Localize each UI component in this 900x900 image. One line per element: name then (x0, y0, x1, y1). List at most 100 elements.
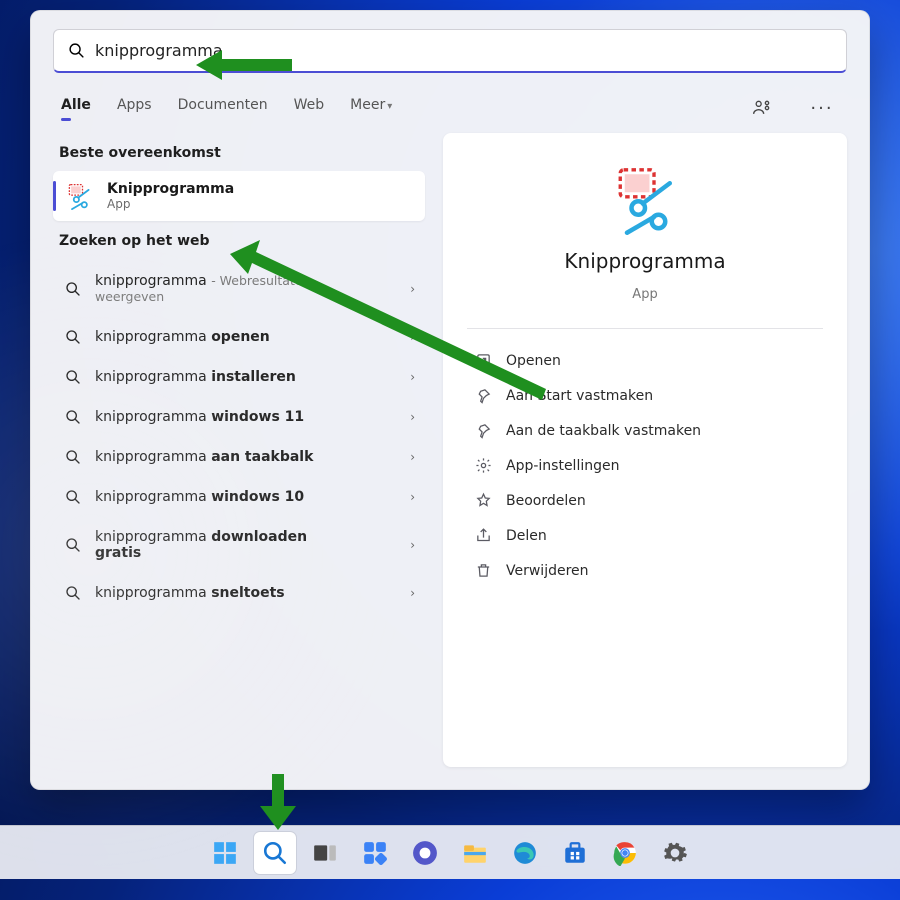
settings-icon (662, 840, 688, 866)
web-result-item[interactable]: knipprogramma downloaden gratis › (53, 517, 425, 573)
taskbar-store[interactable] (554, 832, 596, 874)
taskbar-chrome[interactable] (604, 832, 646, 874)
store-icon (562, 840, 588, 866)
action-label: Beoordelen (506, 493, 586, 509)
chevron-right-icon[interactable]: › (410, 370, 415, 384)
pin-icon (475, 422, 492, 439)
action-aan-de-taakbalk-vastmaken[interactable]: Aan de taakbalk vastmaken (471, 413, 819, 448)
tab-label: Alle (61, 97, 91, 113)
web-result-text: knipprogramma installeren (95, 369, 296, 385)
preview-hero: Knipprogramma App (471, 163, 819, 324)
taskbar-start[interactable] (204, 832, 246, 874)
search-icon (65, 329, 81, 345)
search-input[interactable] (85, 41, 832, 60)
snipping-tool-icon (609, 163, 681, 235)
filter-tabbar: Alle Apps Documenten Web Meer▾ ··· (31, 81, 869, 127)
web-result-item[interactable]: knipprogramma - Webresultaten weergeven› (53, 261, 425, 317)
action-label: Openen (506, 353, 561, 369)
web-result-item[interactable]: knipprogramma aan taakbalk › (53, 437, 425, 477)
web-result-item[interactable]: knipprogramma installeren › (53, 357, 425, 397)
chevron-right-icon[interactable]: › (410, 490, 415, 504)
chevron-down-icon: ▾ (387, 101, 392, 112)
tab-all[interactable]: Alle (61, 89, 91, 127)
taskbar-taskview[interactable] (304, 832, 346, 874)
web-heading: Zoeken op het web (53, 221, 425, 259)
tab-label: Meer (350, 97, 385, 113)
web-result-text: knipprogramma openen (95, 329, 270, 345)
chevron-right-icon[interactable]: › (410, 410, 415, 424)
edge-icon (512, 840, 538, 866)
search-icon (65, 537, 81, 553)
action-app-instellingen[interactable]: App-instellingen (471, 448, 819, 483)
best-match-title: Knipprogramma (107, 181, 234, 197)
search-icon (65, 449, 81, 465)
open-icon (475, 352, 492, 369)
action-label: Aan Start vastmaken (506, 388, 653, 404)
action-label: Delen (506, 528, 547, 544)
taskbar-widgets[interactable] (354, 832, 396, 874)
action-label: Verwijderen (506, 563, 589, 579)
tab-web[interactable]: Web (294, 89, 325, 127)
best-match-result[interactable]: Knipprogramma App (53, 171, 425, 221)
action-delen[interactable]: Delen (471, 518, 819, 553)
search-icon (65, 409, 81, 425)
chevron-right-icon[interactable]: › (410, 282, 415, 296)
preview-title: Knipprogramma (564, 249, 725, 273)
preview-pane: Knipprogramma App Openen Aan Start vastma… (443, 133, 847, 767)
taskbar-explorer[interactable] (454, 832, 496, 874)
results-column: Beste overeenkomst Knipprogramma App Zoe… (53, 133, 425, 767)
search-icon (68, 42, 85, 59)
widgets-icon (362, 840, 388, 866)
search-box[interactable] (53, 29, 847, 73)
tab-documents[interactable]: Documenten (178, 89, 268, 127)
chevron-right-icon[interactable]: › (410, 450, 415, 464)
chrome-icon (612, 840, 638, 866)
chevron-right-icon[interactable]: › (410, 330, 415, 344)
search-icon (65, 281, 81, 297)
web-result-text: knipprogramma windows 11 (95, 409, 304, 425)
action-openen[interactable]: Openen (471, 343, 819, 378)
web-result-item[interactable]: knipprogramma windows 11 › (53, 397, 425, 437)
search-box-wrap (31, 11, 869, 81)
taskbar-teams[interactable] (404, 832, 446, 874)
tab-more[interactable]: Meer▾ (350, 89, 392, 127)
trash-icon (475, 562, 492, 579)
best-match-heading: Beste overeenkomst (53, 133, 425, 171)
pin-icon (475, 387, 492, 404)
web-result-text: knipprogramma windows 10 (95, 489, 304, 505)
star-icon (475, 492, 492, 509)
web-result-text: knipprogramma sneltoets (95, 585, 285, 601)
search-account-button[interactable] (745, 91, 779, 125)
tab-apps[interactable]: Apps (117, 89, 152, 127)
more-options-button[interactable]: ··· (805, 91, 839, 125)
action-beoordelen[interactable]: Beoordelen (471, 483, 819, 518)
taskbar-search[interactable] (254, 832, 296, 874)
explorer-icon (462, 840, 488, 866)
preview-subtitle: App (632, 287, 657, 302)
teams-icon (412, 840, 438, 866)
chevron-right-icon[interactable]: › (410, 538, 415, 552)
web-result-item[interactable]: knipprogramma sneltoets › (53, 573, 425, 613)
web-result-item[interactable]: knipprogramma windows 10 › (53, 477, 425, 517)
tab-label: Web (294, 97, 325, 113)
taskbar-settings[interactable] (654, 832, 696, 874)
web-result-text: knipprogramma downloaden gratis (95, 529, 355, 561)
tab-label: Apps (117, 97, 152, 113)
actions-list: Openen Aan Start vastmaken Aan de taakbalk… (471, 343, 819, 588)
action-aan-start-vastmaken[interactable]: Aan Start vastmaken (471, 378, 819, 413)
web-result-text: knipprogramma aan taakbalk (95, 449, 313, 465)
taskbar (0, 825, 900, 879)
action-label: App-instellingen (506, 458, 619, 474)
snipping-tool-icon (65, 182, 93, 210)
chevron-right-icon[interactable]: › (410, 586, 415, 600)
search-icon (65, 489, 81, 505)
settings-icon (475, 457, 492, 474)
web-result-item[interactable]: knipprogramma openen › (53, 317, 425, 357)
search-icon (65, 585, 81, 601)
search-icon (262, 840, 288, 866)
search-icon (65, 369, 81, 385)
start-search-panel: Alle Apps Documenten Web Meer▾ ··· Beste… (30, 10, 870, 790)
action-label: Aan de taakbalk vastmaken (506, 423, 701, 439)
taskbar-edge[interactable] (504, 832, 546, 874)
action-verwijderen[interactable]: Verwijderen (471, 553, 819, 588)
